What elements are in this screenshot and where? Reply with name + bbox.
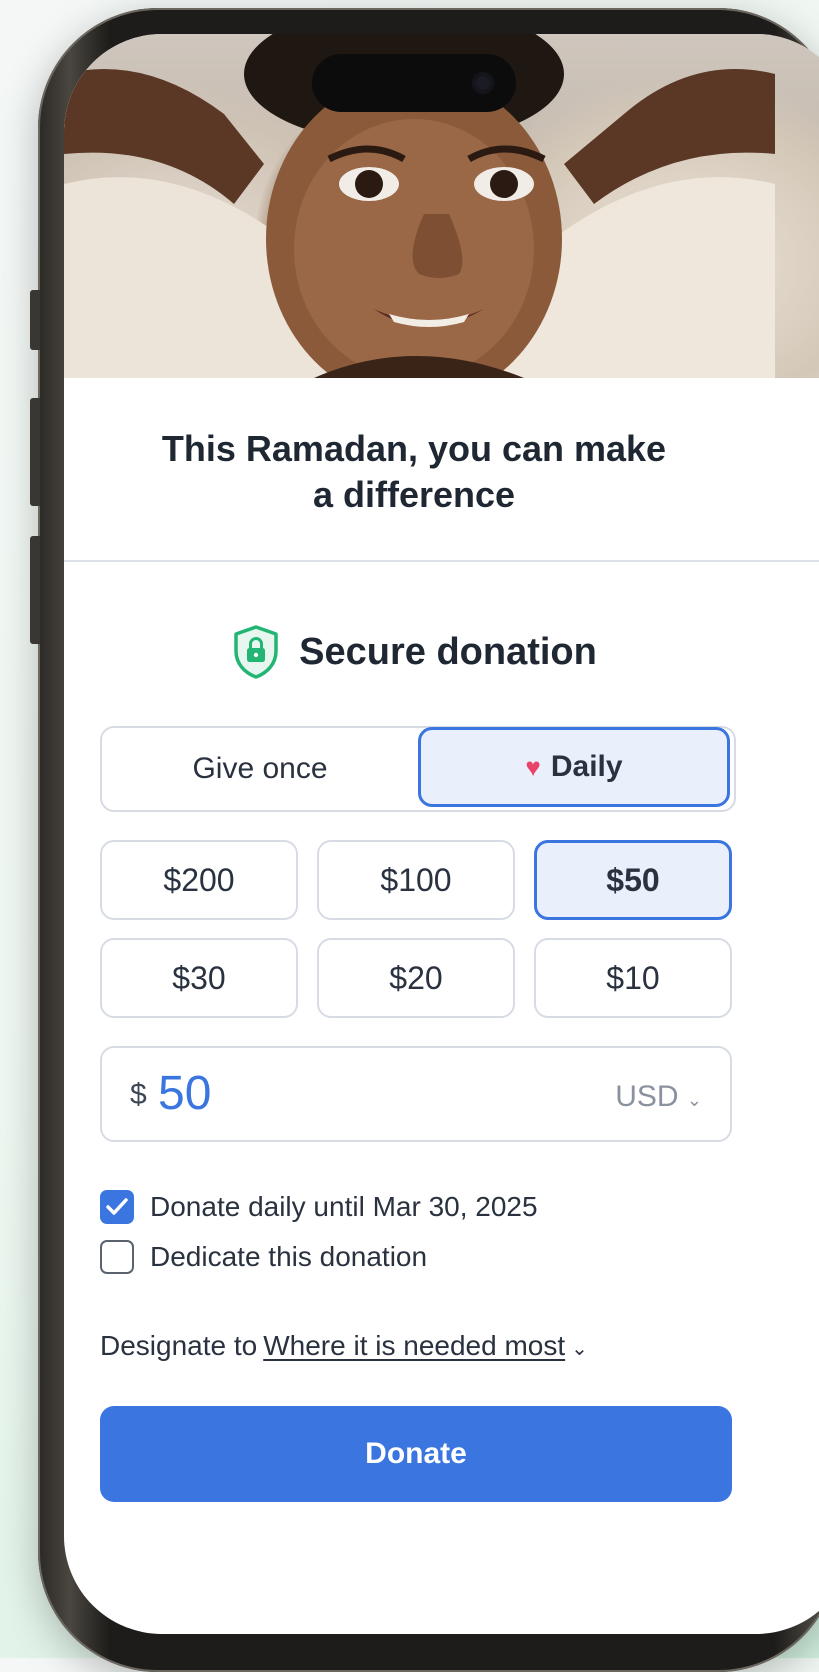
frequency-toggle: Give once ♥ Daily bbox=[100, 726, 736, 812]
dedicate-checkbox[interactable] bbox=[100, 1240, 134, 1274]
dedicate-checkbox-row[interactable]: Dedicate this donation bbox=[100, 1240, 427, 1274]
daily-until-checkbox-row[interactable]: Donate daily until Mar 30, 2025 bbox=[100, 1190, 538, 1224]
designate-prefix: Designate to bbox=[100, 1330, 258, 1361]
side-button-action bbox=[30, 290, 40, 350]
currency-select[interactable]: USD ⌄ bbox=[615, 1080, 702, 1114]
daily-label: Daily bbox=[550, 750, 623, 783]
secure-donation-label: Secure donation bbox=[299, 630, 597, 673]
amount-option-30[interactable]: $30 bbox=[100, 938, 298, 1018]
heart-icon: ♥ bbox=[525, 751, 541, 782]
checkmark-icon bbox=[106, 1198, 128, 1215]
currency-select-label: USD bbox=[615, 1080, 679, 1113]
designation-select[interactable]: Where it is needed most bbox=[263, 1330, 565, 1361]
donate-button-label: Donate bbox=[365, 1437, 467, 1470]
daily-until-label: Donate daily until Mar 30, 2025 bbox=[150, 1191, 538, 1222]
screen: This Ramadan, you can make a difference … bbox=[64, 34, 819, 1634]
daily-until-checkbox[interactable] bbox=[100, 1190, 134, 1224]
donate-button[interactable]: Donate bbox=[100, 1406, 732, 1502]
shield-lock-icon bbox=[234, 625, 278, 679]
divider bbox=[64, 560, 819, 562]
amount-option-10[interactable]: $10 bbox=[534, 938, 732, 1018]
dedicate-label: Dedicate this donation bbox=[150, 1241, 428, 1272]
currency-symbol: $ bbox=[130, 1078, 147, 1111]
amount-option-50[interactable]: $50 bbox=[534, 840, 732, 920]
chevron-down-icon: ⌄ bbox=[686, 1090, 702, 1110]
front-camera-icon bbox=[472, 72, 494, 94]
custom-amount-value[interactable]: 50 bbox=[158, 1066, 211, 1121]
amount-option-200[interactable]: $200 bbox=[100, 840, 298, 920]
chevron-down-icon[interactable]: ⌄ bbox=[571, 1338, 588, 1360]
amount-option-100[interactable]: $100 bbox=[317, 840, 515, 920]
dynamic-island bbox=[312, 54, 516, 112]
daily-option[interactable]: ♥ Daily bbox=[418, 727, 730, 807]
custom-amount-field[interactable]: $ 50 USD ⌄ bbox=[100, 1046, 732, 1142]
give-once-option[interactable]: Give once bbox=[102, 728, 418, 810]
give-once-label: Give once bbox=[192, 752, 328, 785]
page-title: This Ramadan, you can make a difference bbox=[64, 426, 764, 518]
secure-donation-heading: Secure donation bbox=[64, 624, 764, 680]
side-button-volume-down bbox=[30, 536, 40, 644]
page-title-line-1: This Ramadan, you can make bbox=[161, 428, 667, 469]
amount-option-20[interactable]: $20 bbox=[317, 938, 515, 1018]
side-button-volume-up bbox=[30, 398, 40, 506]
page-title-line-2: a difference bbox=[312, 474, 516, 515]
designation-row: Designate to Where it is needed most ⌄ bbox=[100, 1330, 588, 1362]
